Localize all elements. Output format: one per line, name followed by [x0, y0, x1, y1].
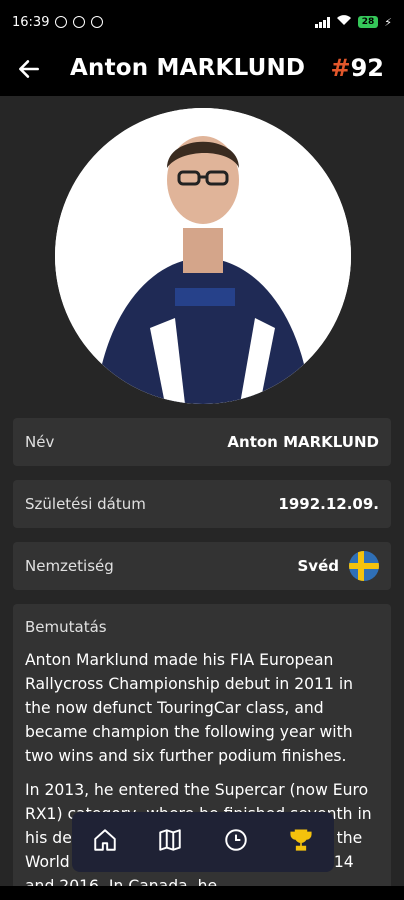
notification-icon: [73, 16, 86, 28]
driver-photo: [55, 108, 351, 404]
charging-icon: ⚡: [384, 15, 392, 29]
home-icon[interactable]: [92, 827, 118, 857]
dob-label: Születési dátum: [25, 495, 146, 513]
alarm-icon: [55, 16, 68, 28]
name-label: Név: [25, 433, 55, 451]
bio-label: Bemutatás: [25, 618, 107, 636]
number-hash: #: [330, 54, 351, 82]
wifi-icon: [336, 14, 352, 30]
bio-paragraph-1: Anton Marklund made his FIA European Ral…: [25, 651, 354, 765]
nationality-row: Nemzetiség Svéd: [13, 542, 391, 590]
back-arrow-icon[interactable]: [16, 56, 42, 82]
map-icon[interactable]: [157, 827, 183, 857]
battery-icon: 28: [357, 16, 379, 28]
app-bar: Anton MARKLUND #92: [0, 44, 404, 96]
status-right: 28 ⚡: [314, 14, 392, 30]
notification-icon: [91, 16, 104, 28]
name-value: Anton MARKLUND: [227, 433, 379, 451]
sweden-flag-icon: [349, 551, 379, 581]
bottom-nav: [72, 812, 334, 872]
status-time: 16:39: [12, 14, 50, 30]
nationality-value: Svéd: [297, 557, 340, 575]
trophy-icon[interactable]: [288, 827, 314, 857]
driver-number: #92: [330, 54, 384, 82]
nationality-group: Svéd: [297, 551, 379, 581]
status-left: 16:39: [12, 14, 104, 30]
clock-icon[interactable]: [223, 827, 249, 857]
name-row: Név Anton MARKLUND: [13, 418, 391, 466]
page-title: Anton MARKLUND: [70, 55, 306, 81]
dob-value: 1992.12.09.: [278, 495, 379, 513]
number-value: 92: [350, 54, 384, 82]
signal-icon: [314, 16, 330, 28]
dob-row: Születési dátum 1992.12.09.: [13, 480, 391, 528]
nationality-label: Nemzetiség: [25, 557, 114, 575]
system-nav-bar: [0, 886, 404, 900]
status-bar: 16:39 28 ⚡: [0, 0, 404, 44]
